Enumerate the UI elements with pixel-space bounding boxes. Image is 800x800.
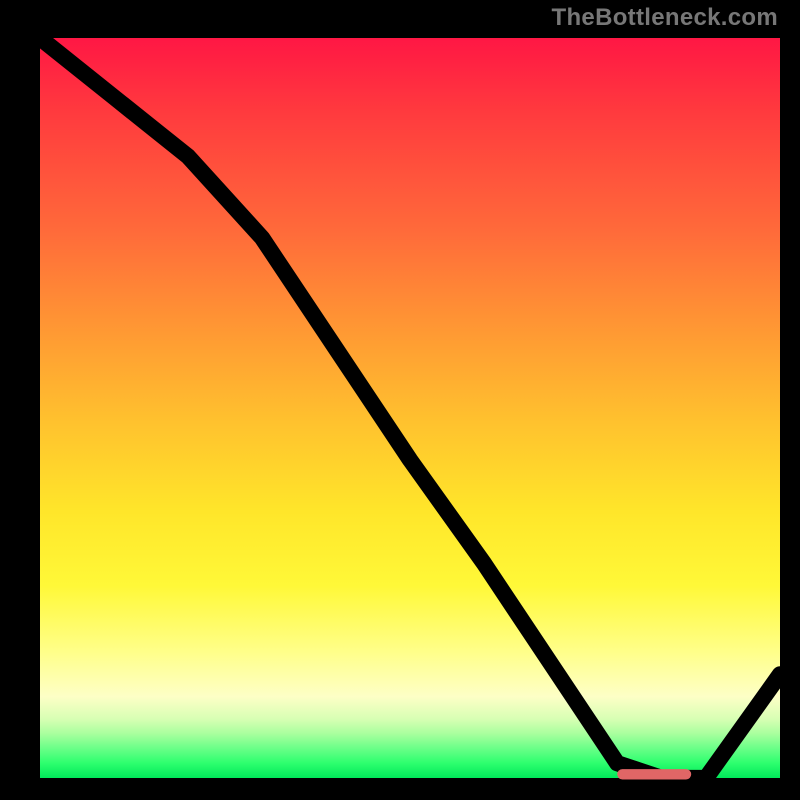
optimal-range-marker [617,769,691,779]
bottleneck-curve [40,38,780,778]
attribution-text: TheBottleneck.com [552,4,778,32]
plot-svg [40,38,780,778]
chart-frame: TheBottleneck.com [0,0,800,800]
plot-area [40,38,780,778]
